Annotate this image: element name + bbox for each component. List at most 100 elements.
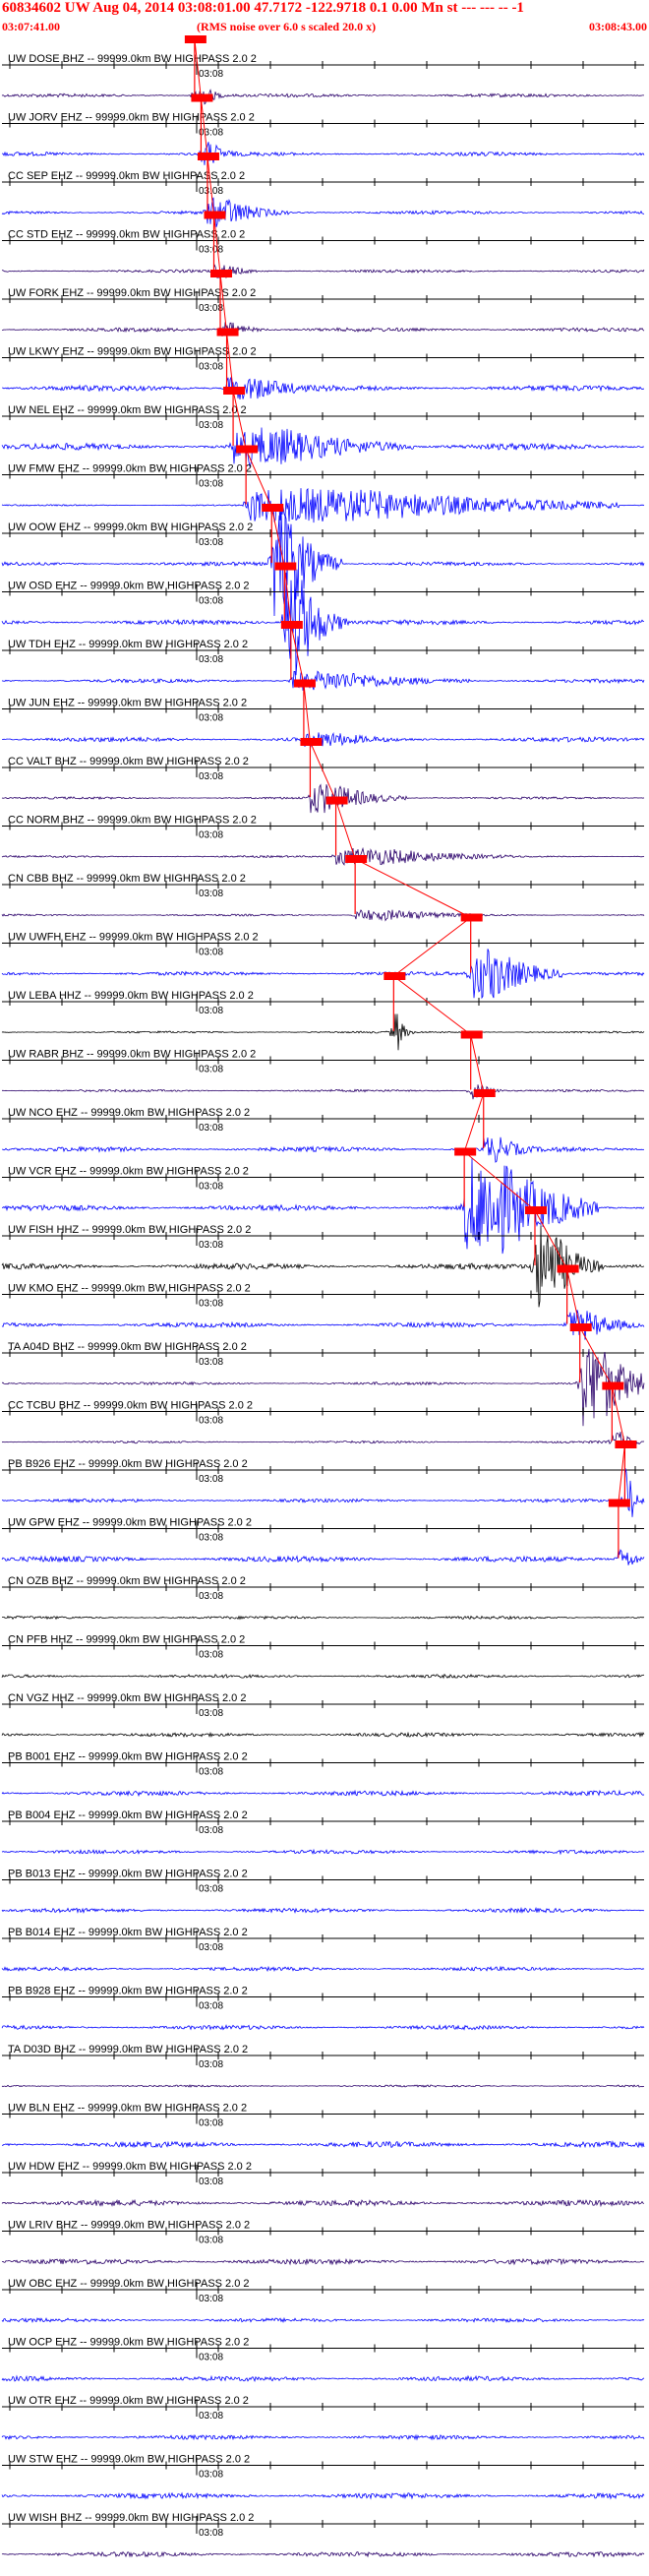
trace-row: UW STW EHZ -- 99999.0km BW HIGHPASS 2.0 … (1, 2454, 645, 2500)
station-label: UW LRIV BHZ -- 99999.0km BW HIGHPASS 2.0… (8, 2220, 250, 2232)
minute-label: 03:08 (199, 1357, 223, 1368)
station-label: UW HDW EHZ -- 99999.0km BW HIGHPASS 2.0 … (8, 2161, 252, 2173)
minute-label: 03:08 (199, 2059, 223, 2070)
station-label: UW FMW EHZ -- 99999.0km BW HIGHPASS 2.0 … (8, 463, 252, 475)
station-label: CN PFB HHZ -- 99999.0km BW HIGHPASS 2.0 … (8, 1634, 245, 1646)
station-label: TA D03D BHZ -- 99999.0km BW HIGHPASS 2.0… (8, 2044, 248, 2055)
trace-row: PB B001 EHZ -- 99999.0km BW HIGHPASS 2.0… (1, 1751, 645, 1798)
pick-marker (615, 1441, 637, 1448)
waveform (2, 322, 645, 337)
minute-label: 03:08 (199, 2470, 223, 2481)
minute-label: 03:08 (199, 362, 223, 373)
pick-marker (473, 1089, 496, 1097)
waveform (1, 1615, 645, 1621)
minute-label: 03:08 (199, 889, 223, 899)
trace-row: UW WISH BHZ -- 99999.0km BW HIGHPASS 2.0… (1, 2512, 645, 2558)
waveform (1, 2024, 645, 2031)
waveform (1, 2374, 645, 2383)
minute-label: 03:08 (199, 713, 223, 724)
waveform (1, 487, 645, 523)
trace-row: UW LKWY EHZ -- 99999.0km BW HIGHPASS 2.0… (2, 328, 644, 399)
waveform (1, 1013, 645, 1051)
waveform (1, 1432, 645, 1448)
trace-row: CN CBB BHZ -- 99999.0km BW HIGHPASS 2.0 … (1, 855, 645, 922)
station-label: UW OOW EHZ -- 99999.0km BW HIGHPASS 2.0 … (8, 521, 253, 533)
minute-label: 03:08 (199, 2177, 223, 2187)
station-label: UW DOSE BHZ -- 99999.0km BW HIGHPASS 2.0… (8, 53, 257, 65)
minute-label: 03:08 (199, 771, 223, 782)
minute-label: 03:08 (199, 830, 223, 841)
trace-row: UW GPW EHZ -- 99999.0km BW HIGHPASS 2.0 … (1, 1499, 645, 1565)
trace-row: PB B926 EHZ -- 99999.0km BW HIGHPASS 2.0… (2, 1441, 645, 1517)
trace-row: PB B013 EHZ -- 99999.0km BW HIGHPASS 2.0… (1, 1869, 645, 1914)
waveform (1, 1789, 645, 1798)
waveform (2, 1468, 645, 1517)
minute-label: 03:08 (199, 948, 223, 958)
trace-row: TA D03D BHZ -- 99999.0km BW HIGHPASS 2.0… (1, 2044, 645, 2088)
trace-row: UW NEL EHZ -- 99999.0km BW HIGHPASS 2.0 … (1, 387, 645, 468)
waveform (1, 1906, 645, 1914)
station-label: PB B014 EHZ -- 99999.0km BW HIGHPASS 2.0… (8, 1927, 248, 1938)
pick-trail (194, 38, 625, 1503)
minute-label: 03:08 (199, 1474, 223, 1485)
pick-marker (204, 211, 226, 219)
waveform (1, 1549, 645, 1565)
waveform (1, 909, 645, 922)
waveform (1, 1731, 645, 1739)
station-label: UW TDH EHZ -- 99999.0km BW HIGHPASS 2.0 … (8, 639, 248, 650)
minute-label: 03:08 (199, 2001, 223, 2012)
trace-row: UW JORV EHZ -- 99999.0km BW HIGHPASS 2.0… (1, 93, 645, 165)
trace-row: CN VGZ HHZ -- 99999.0km BW HIGHPASS 2.0 … (1, 1692, 645, 1739)
trace-row: CC VALT BHZ -- 99999.0km BW HIGHPASS 2.0… (1, 738, 645, 814)
trace-row: UW JUN EHZ -- 99999.0km BW HIGHPASS 2.0 … (2, 679, 645, 748)
station-label: CN VGZ HHZ -- 99999.0km BW HIGHPASS 2.0 … (8, 1692, 246, 1704)
minute-label: 03:08 (199, 1825, 223, 1836)
trace-row: UW HDW EHZ -- 99999.0km BW HIGHPASS 2.0 … (1, 2161, 645, 2208)
station-label: UW JUN EHZ -- 99999.0km BW HIGHPASS 2.0 … (8, 698, 247, 709)
waveform (1, 1965, 645, 1973)
station-label: UW BLN EHZ -- 99999.0km BW HIGHPASS 2.0 … (8, 2103, 247, 2115)
trace-row: CC STD EHZ -- 99999.0km BW HIGHPASS 2.0 … (1, 211, 645, 279)
waveform (1, 89, 644, 105)
pick-marker (210, 270, 233, 277)
station-label: UW FORK EHZ -- 99999.0km BW HIGHPASS 2.0… (8, 287, 256, 299)
station-label: PB B001 EHZ -- 99999.0km BW HIGHPASS 2.0… (8, 1751, 248, 1763)
station-label: UW VCR EHZ -- 99999.0km BW HIGHPASS 2.0 … (8, 1166, 249, 1178)
minute-label: 03:08 (199, 1182, 223, 1193)
trace-row: UW KMO EHZ -- 99999.0km BW HIGHPASS 2.0 … (1, 1264, 645, 1340)
waveform (2, 1136, 645, 1163)
trace-row: UW FORK EHZ -- 99999.0km BW HIGHPASS 2.0… (2, 270, 645, 337)
start-time-label: 03:07:41.00 (2, 20, 60, 33)
minute-label: 03:08 (199, 1006, 223, 1016)
station-label: CC NORM BHZ -- 99999.0km BW HIGHPASS 2.0… (8, 815, 257, 827)
trace-row: CN OZB BHZ -- 99999.0km BW HIGHPASS 2.0 … (1, 1575, 645, 1621)
station-label: PB B926 EHZ -- 99999.0km BW HIGHPASS 2.0… (8, 1458, 248, 1470)
trace-row: UW OSD EHZ -- 99999.0km BW HIGHPASS 2.0 … (1, 562, 645, 676)
minute-label: 03:08 (199, 2294, 223, 2304)
station-label: UW STW EHZ -- 99999.0km BW HIGHPASS 2.0 … (8, 2454, 250, 2466)
station-label: UW KMO EHZ -- 99999.0km BW HIGHPASS 2.0 … (8, 1283, 251, 1295)
minute-label: 03:08 (199, 1065, 223, 1075)
waveform (1, 1848, 645, 1856)
waveform (1, 2257, 645, 2266)
minute-label: 03:08 (199, 2118, 223, 2129)
trace-row: UW OBC EHZ -- 99999.0km BW HIGHPASS 2.0 … (1, 2278, 645, 2324)
station-label: CN CBB BHZ -- 99999.0km BW HIGHPASS 2.0 … (8, 873, 246, 885)
trace-row: PB B928 EHZ -- 99999.0km BW HIGHPASS 2.0… (1, 1986, 645, 2031)
plot-header: 60834602 UW Aug 04, 2014 03:08:01.00 47.… (0, 0, 649, 35)
waveform (1, 2433, 645, 2441)
waveform (1, 263, 645, 279)
station-label: PB B928 EHZ -- 99999.0km BW HIGHPASS 2.0… (8, 1986, 248, 1997)
pick-marker (216, 328, 239, 337)
minute-label: 03:08 (199, 1767, 223, 1778)
minute-label: 03:08 (199, 69, 223, 80)
waveform (1, 670, 645, 691)
minute-label: 03:08 (199, 1591, 223, 1602)
event-title: 60834602 UW Aug 04, 2014 03:08:01.00 47.… (2, 0, 524, 16)
minute-label: 03:08 (199, 1708, 223, 1719)
station-label: UW NCO EHZ -- 99999.0km BW HIGHPASS 2.0 … (8, 1107, 250, 1119)
station-label: CN OZB BHZ -- 99999.0km BW HIGHPASS 2.0 … (8, 1575, 246, 1587)
pick-marker (197, 153, 219, 160)
minute-label: 03:08 (199, 479, 223, 490)
station-label: UW UWFH EHZ -- 99999.0km BW HIGHPASS 2.0… (8, 932, 259, 944)
